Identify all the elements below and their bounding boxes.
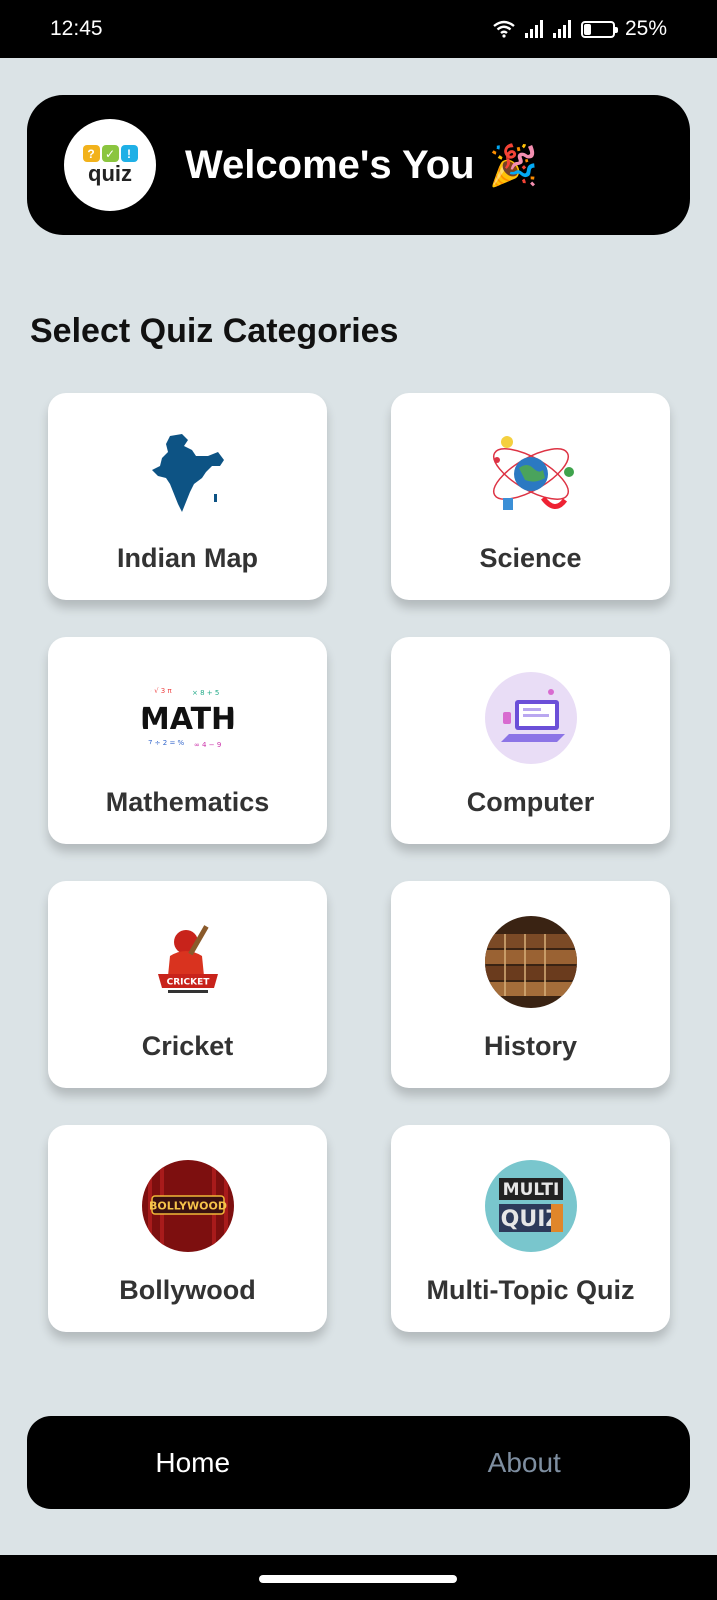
page-title: Welcome's You 🎉: [185, 142, 538, 189]
category-grid: Indian Map Science ÷ √ 3 π × 8 + 5 MATH: [48, 393, 670, 1332]
signal-icon: [552, 20, 571, 38]
category-label: Science: [479, 543, 582, 573]
category-card-cricket[interactable]: CRICKET Cricket: [48, 881, 327, 1088]
home-gesture-handle[interactable]: [259, 1575, 457, 1583]
math-icon-text: MATH: [142, 702, 234, 737]
wifi-icon: [493, 20, 515, 38]
category-label: Computer: [466, 787, 595, 817]
battery-percent: 25%: [624, 17, 667, 40]
science-icon: [485, 428, 577, 520]
category-card-computer[interactable]: Computer: [391, 637, 670, 844]
category-label: History: [483, 1031, 578, 1061]
status-icons: 25%: [493, 17, 667, 41]
category-card-mathematics[interactable]: ÷ √ 3 π × 8 + 5 MATH 7 ÷ 2 = % ∞ 4 − 9 M…: [48, 637, 327, 844]
history-books-icon: [484, 916, 577, 1008]
computer-icon: [484, 672, 577, 764]
multi-quiz-icon: MULTI QUIZ: [484, 1160, 577, 1252]
svg-text:7 ÷ 2 = %: 7 ÷ 2 = %: [148, 739, 185, 747]
category-label: Multi-Topic Quiz: [426, 1275, 635, 1305]
cricket-icon-text: CRICKET: [166, 978, 210, 988]
svg-text:∞ 4 − 9: ∞ 4 − 9: [194, 741, 221, 749]
section-title: Select Quiz Categories: [30, 312, 399, 350]
nav-about-tab[interactable]: About: [359, 1447, 691, 1479]
category-label: Mathematics: [105, 787, 270, 817]
svg-text:÷ √ 3 π: ÷ √ 3 π: [146, 687, 172, 695]
nav-home-tab[interactable]: Home: [27, 1447, 359, 1479]
welcome-text: Welcome's You: [185, 142, 475, 187]
bollywood-icon-text: BOLLYWOOD: [149, 1200, 227, 1213]
svg-text:× 8 + 5: × 8 + 5: [192, 689, 219, 697]
signal-icon: [524, 20, 543, 38]
quiz-logo-icon: ? ✓ ! quiz: [64, 119, 156, 211]
logo-check-tile: ✓: [101, 145, 119, 162]
math-icon: ÷ √ 3 π × 8 + 5 MATH 7 ÷ 2 = % ∞ 4 − 9: [142, 672, 234, 764]
multi-quiz-icon-text: MULTI: [502, 1180, 559, 1200]
logo-exclaim-tile: !: [120, 145, 138, 162]
party-popper-icon: 🎉: [488, 143, 539, 188]
category-card-science[interactable]: Science: [391, 393, 670, 600]
category-label: Cricket: [141, 1031, 234, 1061]
category-label: Bollywood: [119, 1275, 256, 1305]
category-card-bollywood[interactable]: BOLLYWOOD Bollywood: [48, 1125, 327, 1332]
category-card-multi-topic-quiz[interactable]: MULTI QUIZ Multi-Topic Quiz: [391, 1125, 670, 1332]
logo-question-tile: ?: [82, 145, 100, 162]
bottom-nav: Home About: [27, 1416, 690, 1509]
india-map-icon: [142, 428, 234, 520]
status-bar: 12:45 25%: [0, 0, 717, 58]
status-time: 12:45: [50, 17, 103, 40]
welcome-header: ? ✓ ! quiz Welcome's You 🎉: [27, 95, 690, 235]
category-card-indian-map[interactable]: Indian Map: [48, 393, 327, 600]
battery-icon: [580, 20, 618, 38]
bollywood-icon: BOLLYWOOD: [141, 1160, 234, 1252]
cricket-icon: CRICKET: [142, 916, 234, 1008]
logo-text: quiz: [88, 161, 132, 186]
category-card-history[interactable]: History: [391, 881, 670, 1088]
gesture-bar: [0, 1555, 717, 1600]
logo-tiles: ? ✓ !: [82, 145, 138, 162]
category-label: Indian Map: [117, 543, 258, 573]
